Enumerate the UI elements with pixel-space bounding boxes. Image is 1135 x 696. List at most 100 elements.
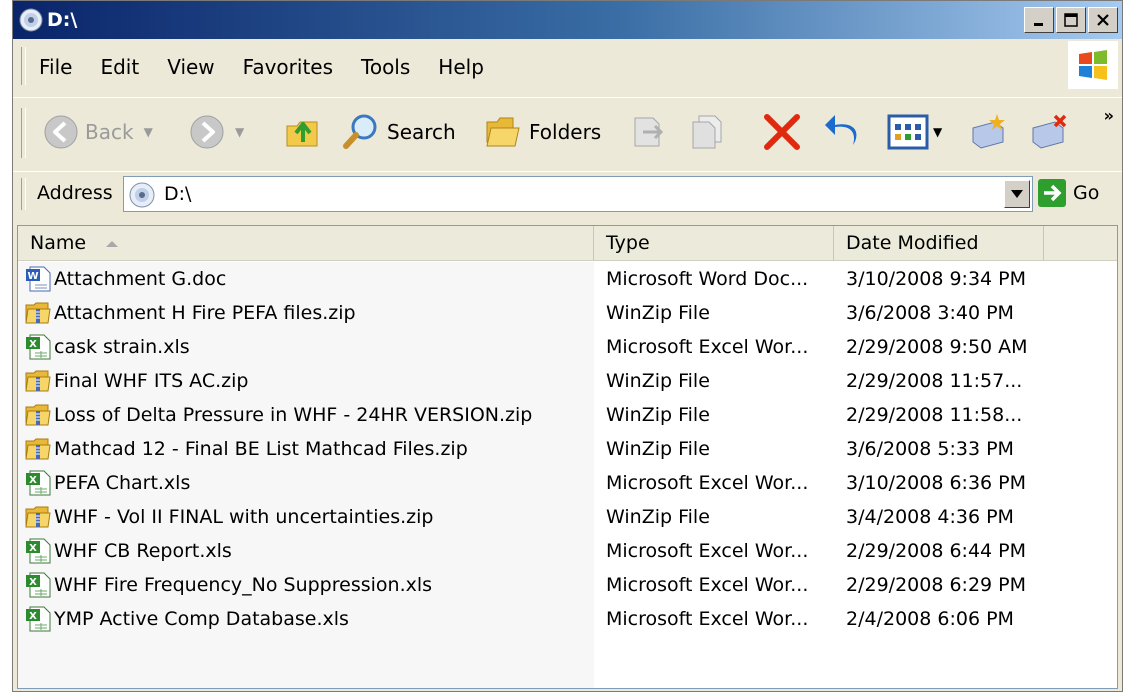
maximize-button[interactable] xyxy=(1056,7,1086,33)
file-name-cell: Attachment H Fire PEFA files.zip xyxy=(18,299,594,327)
file-name-cell: X WHF Fire Frequency_No Suppression.xls xyxy=(18,571,594,599)
go-label: Go xyxy=(1073,182,1100,204)
column-date-label: Date Modified xyxy=(846,232,979,254)
zip-folder-icon xyxy=(24,401,52,429)
column-header-filler xyxy=(1044,226,1117,260)
cd-drive-icon xyxy=(19,8,43,32)
go-button[interactable]: Go xyxy=(1037,178,1099,208)
file-row[interactable]: Loss of Delta Pressure in WHF - 24HR VER… xyxy=(18,398,1117,432)
file-type: Microsoft Excel Wor... xyxy=(606,608,809,630)
file-date-modified: 3/4/2008 4:36 PM xyxy=(846,506,1014,528)
excel-icon: X xyxy=(24,571,52,599)
window-title: D:\ xyxy=(47,9,78,31)
delete-button[interactable] xyxy=(761,108,803,156)
back-button[interactable]: Back ▼ xyxy=(43,108,153,156)
forward-button[interactable]: ▼ xyxy=(189,108,244,156)
file-name-cell: Loss of Delta Pressure in WHF - 24HR VER… xyxy=(18,401,594,429)
file-row[interactable]: Final WHF ITS AC.zip WinZip File 2/29/2008… xyxy=(18,364,1117,398)
title-bar[interactable]: D:\ xyxy=(13,1,1122,39)
address-input[interactable]: D:\ xyxy=(123,176,1033,212)
list-header: Name Type Date Modified xyxy=(18,226,1117,261)
folders-label: Folders xyxy=(529,120,602,144)
file-date-modified: 2/29/2008 9:50 AM xyxy=(846,336,1028,358)
menu-edit[interactable]: Edit xyxy=(100,55,139,79)
word-doc-icon: W xyxy=(24,265,52,293)
file-name-cell: WHF - Vol II FINAL with uncertainties.zi… xyxy=(18,503,594,531)
minimize-button[interactable] xyxy=(1024,7,1054,33)
menu-help[interactable]: Help xyxy=(438,55,484,79)
excel-icon: X xyxy=(24,469,52,497)
close-button[interactable] xyxy=(1088,7,1118,33)
sort-ascending-icon xyxy=(106,240,119,247)
up-folder-icon xyxy=(286,121,318,147)
forward-dropdown-icon[interactable]: ▼ xyxy=(235,125,244,139)
file-name: Attachment H Fire PEFA files.zip xyxy=(54,302,356,324)
svg-text:X: X xyxy=(29,577,37,588)
close-icon xyxy=(1097,14,1109,26)
file-name-cell: Xcask strain.xls xyxy=(18,333,594,361)
column-header-type[interactable]: Type xyxy=(594,226,834,260)
excel-icon: X xyxy=(24,333,52,361)
up-folder-button[interactable] xyxy=(283,108,323,156)
file-date-modified: 2/29/2008 11:58... xyxy=(846,404,1023,426)
file-name: PEFA Chart.xls xyxy=(54,472,191,494)
column-header-date[interactable]: Date Modified xyxy=(834,226,1044,260)
disconnect-drive-button[interactable] xyxy=(1029,108,1069,156)
column-header-name[interactable]: Name xyxy=(18,226,594,260)
file-date-modified: 3/6/2008 5:33 PM xyxy=(846,438,1014,460)
toolbar-overflow-chevron[interactable]: » xyxy=(1104,106,1114,125)
search-label: Search xyxy=(387,120,456,144)
file-date-modified: 2/4/2008 6:06 PM xyxy=(846,608,1014,630)
file-row[interactable]: X WHF Fire Frequency_No Suppression.xls Mi… xyxy=(18,568,1117,602)
map-drive-button[interactable] xyxy=(969,108,1009,156)
file-row[interactable]: WHF - Vol II FINAL with uncertainties.zi… xyxy=(18,500,1117,534)
address-grip[interactable] xyxy=(21,178,26,210)
minimize-icon xyxy=(1034,23,1043,26)
cd-drive-small-icon xyxy=(129,182,155,208)
file-row[interactable]: X YMP Active Comp Database.xls Microsoft E… xyxy=(18,602,1117,636)
file-name-cell: X PEFA Chart.xls xyxy=(18,469,594,497)
views-button[interactable]: ▼ xyxy=(887,108,942,156)
file-name: Final WHF ITS AC.zip xyxy=(54,370,249,392)
menu-items: File Edit View Favorites Tools Help xyxy=(39,55,484,79)
menu-grip[interactable] xyxy=(21,47,26,85)
file-date-modified: 3/6/2008 3:40 PM xyxy=(846,302,1014,324)
search-button[interactable]: Search xyxy=(341,108,456,156)
undo-icon xyxy=(825,115,857,145)
menu-tools[interactable]: Tools xyxy=(361,55,410,79)
zip-folder-icon xyxy=(24,435,52,463)
menu-bar: File Edit View Favorites Tools Help xyxy=(13,41,1122,93)
file-row[interactable]: Attachment H Fire PEFA files.zip WinZip F… xyxy=(18,296,1117,330)
file-row[interactable]: Xcask strain.xls Microsoft Excel Wor... 2/… xyxy=(18,330,1117,364)
file-name: WHF CB Report.xls xyxy=(54,540,232,562)
windows-logo xyxy=(1068,41,1118,89)
folders-button[interactable]: Folders xyxy=(483,108,601,156)
back-label: Back xyxy=(85,120,134,144)
views-dropdown-icon[interactable]: ▼ xyxy=(933,125,942,139)
move-to-button[interactable] xyxy=(629,108,669,156)
toolbar-grip[interactable] xyxy=(21,108,26,158)
forward-arrow-icon xyxy=(190,115,224,149)
file-name: WHF Fire Frequency_No Suppression.xls xyxy=(54,574,433,596)
address-bar: Address D:\ Go xyxy=(13,171,1122,216)
copy-to-button[interactable] xyxy=(689,108,729,156)
back-dropdown-icon[interactable]: ▼ xyxy=(144,125,153,139)
file-row[interactable]: W Attachment G.doc Microsoft Word Doc... 3/… xyxy=(18,262,1117,296)
file-row[interactable]: X WHF CB Report.xls Microsoft Excel Wor...… xyxy=(18,534,1117,568)
delete-x-icon xyxy=(764,114,800,150)
file-row[interactable]: Mathcad 12 - Final BE List Mathcad Files… xyxy=(18,432,1117,466)
undo-button[interactable] xyxy=(823,108,865,156)
menu-favorites[interactable]: Favorites xyxy=(243,55,333,79)
excel-icon: X xyxy=(24,605,52,633)
file-date-modified: 3/10/2008 6:36 PM xyxy=(846,472,1027,494)
file-row[interactable]: X PEFA Chart.xls Microsoft Excel Wor... 3/1… xyxy=(18,466,1117,500)
search-icon xyxy=(343,114,377,149)
file-name-cell: X WHF CB Report.xls xyxy=(18,537,594,565)
menu-file[interactable]: File xyxy=(39,55,72,79)
standard-toolbar: Back ▼ ▼ Search Folders ▼ » xyxy=(13,97,1122,170)
disconnect-network-drive-icon xyxy=(1032,114,1067,149)
address-dropdown-button[interactable] xyxy=(1004,180,1030,208)
file-type: Microsoft Excel Wor... xyxy=(606,574,809,596)
menu-view[interactable]: View xyxy=(167,55,214,79)
file-list-view[interactable]: Name Type Date Modified W Attachment G.do… xyxy=(17,225,1118,689)
